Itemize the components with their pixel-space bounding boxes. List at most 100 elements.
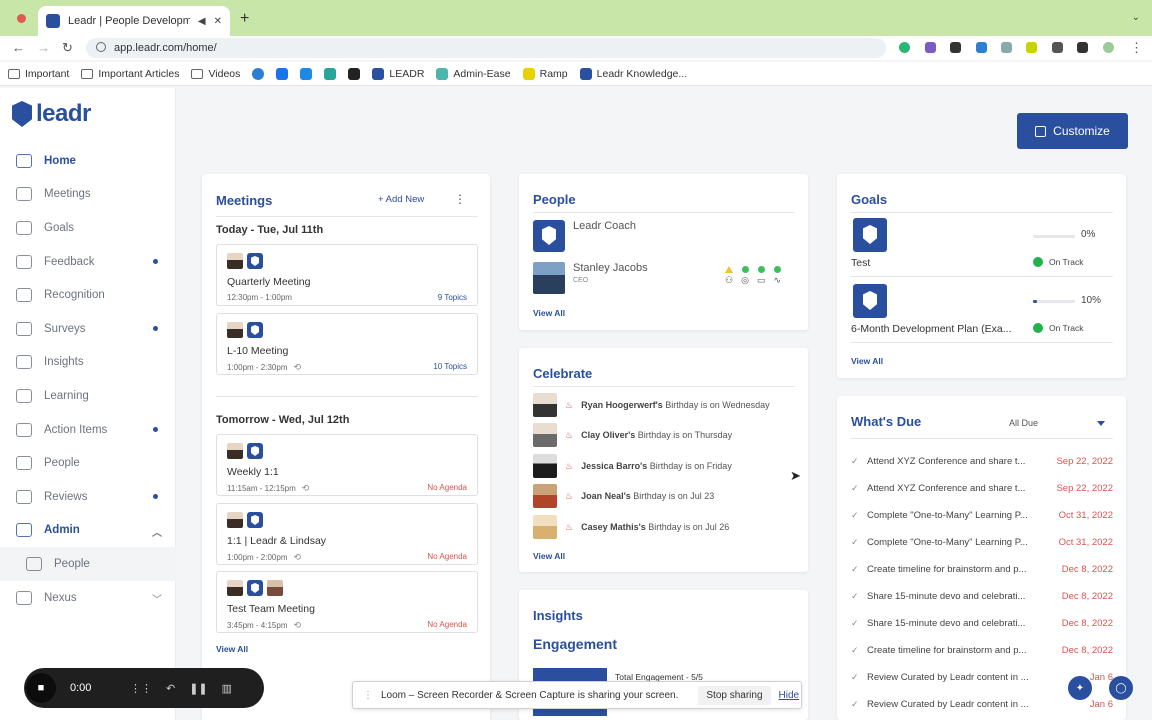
trash-icon[interactable]: ▥ — [222, 682, 232, 695]
mute-icon[interactable]: ◀ — [198, 16, 206, 27]
bookmark-item[interactable] — [276, 67, 289, 80]
chat-support-icon[interactable]: ◯ — [1109, 676, 1133, 700]
extensions-puzzle-icon[interactable] — [1052, 42, 1063, 53]
lightbulb-icon[interactable]: ✦ — [1068, 676, 1092, 700]
new-tab-button[interactable]: + — [240, 10, 249, 28]
sidebar-item-insights[interactable]: Insights — [0, 346, 176, 380]
due-item[interactable]: ✓ Review Curated by Leadr content in ... J… — [851, 699, 1113, 710]
tab-list-chevron-icon[interactable]: ⌄ — [1132, 12, 1140, 23]
site-info-icon[interactable] — [96, 42, 106, 52]
birthday-item[interactable]: ♨ Joan Neal's Birthday is on Jul 23 — [533, 484, 714, 508]
check-icon[interactable]: ✓ — [851, 591, 867, 602]
browser-tab[interactable]: Leadr | People Developmen ◀ ✕ — [38, 6, 230, 36]
undo-icon[interactable]: ↶ — [166, 682, 175, 695]
due-filter-select[interactable]: All Due — [995, 414, 1113, 432]
bookmark-folder[interactable]: Videos — [191, 68, 240, 80]
due-item[interactable]: ✓ Attend XYZ Conference and share t... Sep… — [851, 483, 1113, 494]
bookmark-item[interactable] — [324, 67, 337, 80]
bookmark-item[interactable] — [252, 67, 265, 80]
check-icon[interactable]: ✓ — [851, 699, 867, 710]
sidebar-item-action-items[interactable]: Action Items — [0, 413, 176, 447]
reload-icon[interactable]: ↻ — [62, 40, 73, 56]
view-all-meetings-link[interactable]: View All — [216, 644, 248, 654]
check-icon[interactable]: ✓ — [851, 483, 867, 494]
goal-name[interactable]: Test — [851, 257, 1033, 269]
bookmark-folder[interactable]: Important Articles — [81, 68, 179, 80]
meeting-item[interactable]: Test Team Meeting 3:45pm - 4:15pm ⟲ No Ag… — [216, 571, 478, 633]
sidebar-item-nexus[interactable]: Nexus ﹀ — [0, 581, 176, 615]
meeting-item[interactable]: Weekly 1:1 11:15am - 12:15pm ⟲ No Agenda — [216, 434, 478, 496]
bookmark-leadr[interactable]: LEADR — [372, 67, 424, 80]
view-all-people-link[interactable]: View All — [533, 308, 565, 318]
target-icon[interactable]: ◎ — [741, 275, 749, 286]
extension-icon[interactable] — [950, 42, 961, 53]
person-row[interactable]: Stanley Jacobs CEO — [533, 262, 648, 294]
profile-avatar[interactable] — [1103, 42, 1114, 53]
more-options-icon[interactable]: ⋮ — [454, 192, 466, 206]
sidebar-item-feedback[interactable]: Feedback — [0, 245, 176, 279]
pause-icon[interactable]: ❚❚ — [189, 682, 207, 695]
sidebar-item-reviews[interactable]: Reviews — [0, 480, 176, 514]
check-icon[interactable]: ✓ — [851, 456, 867, 467]
activity-icon[interactable]: ∿ — [773, 275, 781, 286]
bookmark-leadr-knowledge[interactable]: Leadr Knowledge... — [579, 67, 687, 80]
sidebar-item-home[interactable]: Home — [0, 144, 176, 178]
view-all-celebrate-link[interactable]: View All — [533, 551, 565, 561]
back-icon[interactable]: ← — [12, 40, 25, 55]
bookmark-ramp[interactable]: Ramp — [522, 67, 568, 80]
extension-icon[interactable] — [1001, 42, 1012, 53]
due-item[interactable]: ✓ Create timeline for brainstorm and p...… — [851, 564, 1113, 575]
forward-icon[interactable]: → — [37, 40, 50, 55]
sidebar-item-people[interactable]: People — [0, 446, 176, 480]
bookmark-admin-ease[interactable]: Admin-Ease — [436, 67, 511, 80]
meeting-item[interactable]: 1:1 | Leadr & Lindsay 1:00pm - 2:00pm ⟲ N… — [216, 503, 478, 565]
due-item[interactable]: ✓ Complete "One-to-Many" Learning P... Oct… — [851, 537, 1113, 548]
check-icon[interactable]: ✓ — [851, 537, 867, 548]
birthday-item[interactable]: ♨ Casey Mathis's Birthday is on Jul 26 — [533, 515, 729, 539]
check-icon[interactable]: ✓ — [851, 645, 867, 656]
grid-icon[interactable]: ⋮⋮ — [130, 682, 152, 695]
birthday-item[interactable]: ♨ Jessica Barro's Birthday is on Friday — [533, 454, 732, 478]
sidepanel-icon[interactable] — [1077, 42, 1088, 53]
meeting-item[interactable]: Quarterly Meeting 12:30pm - 1:00pm 9 Top… — [216, 244, 478, 306]
sidebar-item-surveys[interactable]: Surveys — [0, 312, 176, 346]
goal-name[interactable]: 6-Month Development Plan (Exa... — [851, 323, 1033, 335]
check-icon[interactable]: ✓ — [851, 672, 867, 683]
check-icon[interactable]: ✓ — [851, 510, 867, 521]
customize-button[interactable]: Customize — [1017, 113, 1128, 149]
download-extension-icon[interactable] — [976, 42, 987, 53]
bookmark-folder[interactable]: Important — [8, 68, 69, 80]
close-window-button[interactable] — [17, 14, 26, 23]
hide-banner-link[interactable]: Hide — [779, 690, 800, 701]
sidebar-item-recognition[interactable]: Recognition — [0, 278, 176, 312]
due-item[interactable]: ✓ Create timeline for brainstorm and p...… — [851, 645, 1113, 656]
due-item[interactable]: ✓ Share 15-minute devo and celebrati... De… — [851, 591, 1113, 602]
view-all-goals-link[interactable]: View All — [851, 356, 883, 366]
birthday-item[interactable]: ♨ Clay Oliver's Birthday is on Thursday — [533, 423, 732, 447]
birthday-item[interactable]: ♨ Ryan Hoogerwerf's Birthday is on Wednes… — [533, 393, 770, 417]
chat-icon[interactable]: ▭ — [757, 275, 766, 286]
due-item[interactable]: ✓ Attend XYZ Conference and share t... Sep… — [851, 456, 1113, 467]
sidebar-item-goals[interactable]: Goals — [0, 211, 176, 245]
sidebar-item-admin-people[interactable]: People — [0, 547, 176, 581]
sidebar-item-learning[interactable]: Learning — [0, 379, 176, 413]
meeting-item[interactable]: L-10 Meeting 1:00pm - 2:30pm ⟲ 10 Topics — [216, 313, 478, 375]
bookmark-item[interactable] — [300, 67, 313, 80]
extension-icon[interactable] — [1026, 42, 1037, 53]
camera-icon[interactable]: ■ — [26, 673, 56, 703]
sidebar-item-meetings[interactable]: Meetings — [0, 178, 176, 212]
check-icon[interactable]: ✓ — [851, 564, 867, 575]
person-row[interactable]: Leadr Coach — [533, 220, 636, 252]
add-new-meeting-button[interactable]: + Add New — [378, 194, 424, 205]
extension-icon[interactable] — [925, 42, 936, 53]
check-icon[interactable]: ✓ — [851, 618, 867, 629]
browser-menu-icon[interactable]: ⋮ — [1130, 40, 1143, 56]
drag-handle-icon[interactable]: ⋮ — [363, 690, 373, 701]
grammarly-extension-icon[interactable] — [899, 42, 910, 53]
bookmark-item[interactable] — [348, 67, 361, 80]
people-icon[interactable]: ⚇ — [725, 275, 733, 286]
close-tab-icon[interactable]: ✕ — [214, 16, 222, 27]
url-field[interactable]: app.leadr.com/home/ — [86, 38, 886, 58]
stop-sharing-button[interactable]: Stop sharing — [698, 685, 771, 705]
due-item[interactable]: ✓ Share 15-minute devo and celebrati... De… — [851, 618, 1113, 629]
